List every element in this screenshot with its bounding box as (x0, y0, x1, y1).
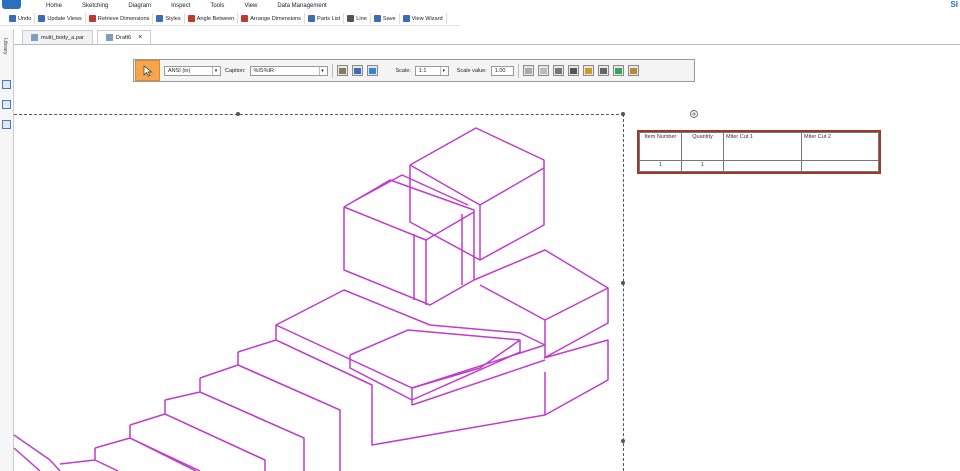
header-quantity: Quantity (681, 132, 724, 161)
model-edge (13, 434, 61, 471)
model-edge (409, 164, 545, 206)
header-miter-cut-1: Miter Cut 1 (723, 132, 802, 161)
model-edge (94, 437, 197, 471)
selection-handle[interactable] (621, 439, 625, 443)
model-edge (275, 324, 546, 389)
model-edge (349, 340, 521, 401)
model-edge (129, 413, 266, 461)
selection-handle[interactable] (621, 281, 625, 285)
view-selection-border-right (623, 114, 624, 471)
cell-quantity: 1 (681, 160, 724, 172)
header-miter-cut-2: Miter Cut 2 (801, 132, 879, 161)
table-row: 1 1 (639, 160, 879, 172)
model-edge (164, 391, 305, 439)
model-edge (237, 339, 373, 386)
model-edge (479, 284, 609, 321)
model-edge (199, 378, 305, 471)
selection-handle[interactable] (236, 112, 240, 116)
view-selection-border-top (14, 114, 624, 115)
model-edge (164, 400, 266, 471)
model-edge (13, 447, 41, 471)
model-edge (543, 339, 609, 416)
model-edge (349, 329, 521, 389)
model-edge (129, 425, 201, 471)
model-edge (94, 448, 119, 471)
cell-item-number: 1 (639, 160, 682, 172)
table-header-row: Item Number Quantity Miter Cut 1 Miter C… (639, 132, 879, 161)
solid-edge-draft-window: Home Sketching Diagram Inspect Tools Vie… (0, 0, 960, 471)
model-edge (473, 249, 609, 359)
model-edge (343, 206, 475, 241)
isometric-drawing-view[interactable] (0, 0, 960, 471)
header-item-number: Item Number (639, 132, 682, 161)
parts-list-table[interactable]: Item Number Quantity Miter Cut 1 Miter C… (637, 130, 881, 174)
cell-miter-cut-1 (723, 160, 802, 172)
placement-cursor-icon (690, 110, 698, 118)
model-edge (59, 459, 96, 465)
model-edge (199, 364, 341, 411)
selection-handle[interactable] (621, 112, 625, 116)
cell-miter-cut-2 (801, 160, 879, 172)
model-edge (237, 352, 341, 471)
